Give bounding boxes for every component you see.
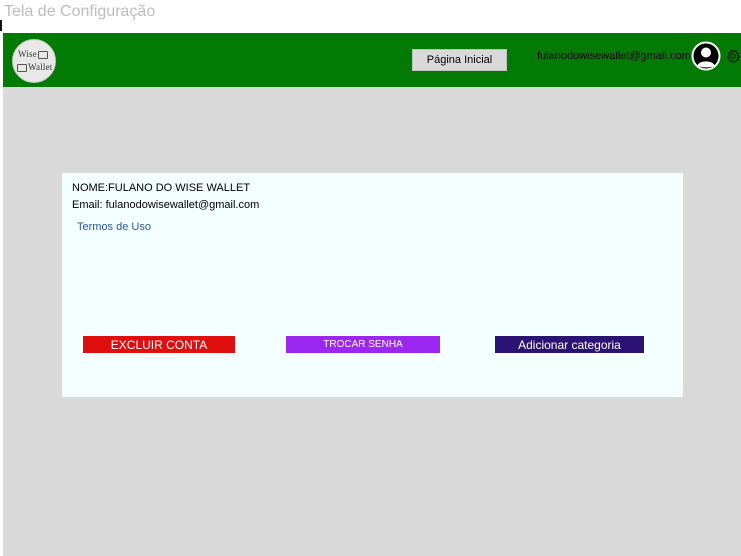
home-button[interactable]: Página Inicial bbox=[412, 49, 507, 71]
logo-wordmark-bottom: Wallet bbox=[16, 62, 52, 72]
header-user-email: fulanodowisewallet@gmail.com bbox=[537, 50, 691, 62]
account-info-card: NOME:FULANO DO WISE WALLET Email: fulano… bbox=[62, 173, 683, 397]
top-navigation-bar: Wise Wallet Página Inicial fulanodowisew… bbox=[3, 33, 741, 87]
logo-text-wallet: Wallet bbox=[28, 62, 53, 72]
change-password-button[interactable]: TROCAR SENHA bbox=[286, 336, 440, 353]
text-cursor bbox=[0, 20, 2, 31]
logo-wordmark-top: Wise bbox=[18, 49, 49, 59]
delete-account-button[interactable]: EXCLUIR CONTA bbox=[83, 336, 235, 353]
wallet-icon bbox=[17, 63, 27, 72]
coins-icon bbox=[37, 50, 48, 59]
frame-title: Tela de Configuração bbox=[4, 3, 156, 20]
logo-text-wise: Wise bbox=[18, 49, 37, 59]
account-name: NOME:FULANO DO WISE WALLET bbox=[72, 182, 251, 194]
gear-icon[interactable] bbox=[725, 48, 741, 64]
add-category-button[interactable]: Adicionar categoria bbox=[495, 336, 644, 353]
settings-screen: Wise Wallet Página Inicial fulanodowisew… bbox=[3, 33, 741, 556]
user-avatar-icon[interactable] bbox=[691, 41, 721, 71]
account-email: Email: fulanodowisewallet@gmail.com bbox=[72, 199, 260, 211]
terms-of-use-link[interactable]: Termos de Uso bbox=[77, 221, 151, 233]
wise-wallet-logo[interactable]: Wise Wallet bbox=[12, 39, 56, 83]
